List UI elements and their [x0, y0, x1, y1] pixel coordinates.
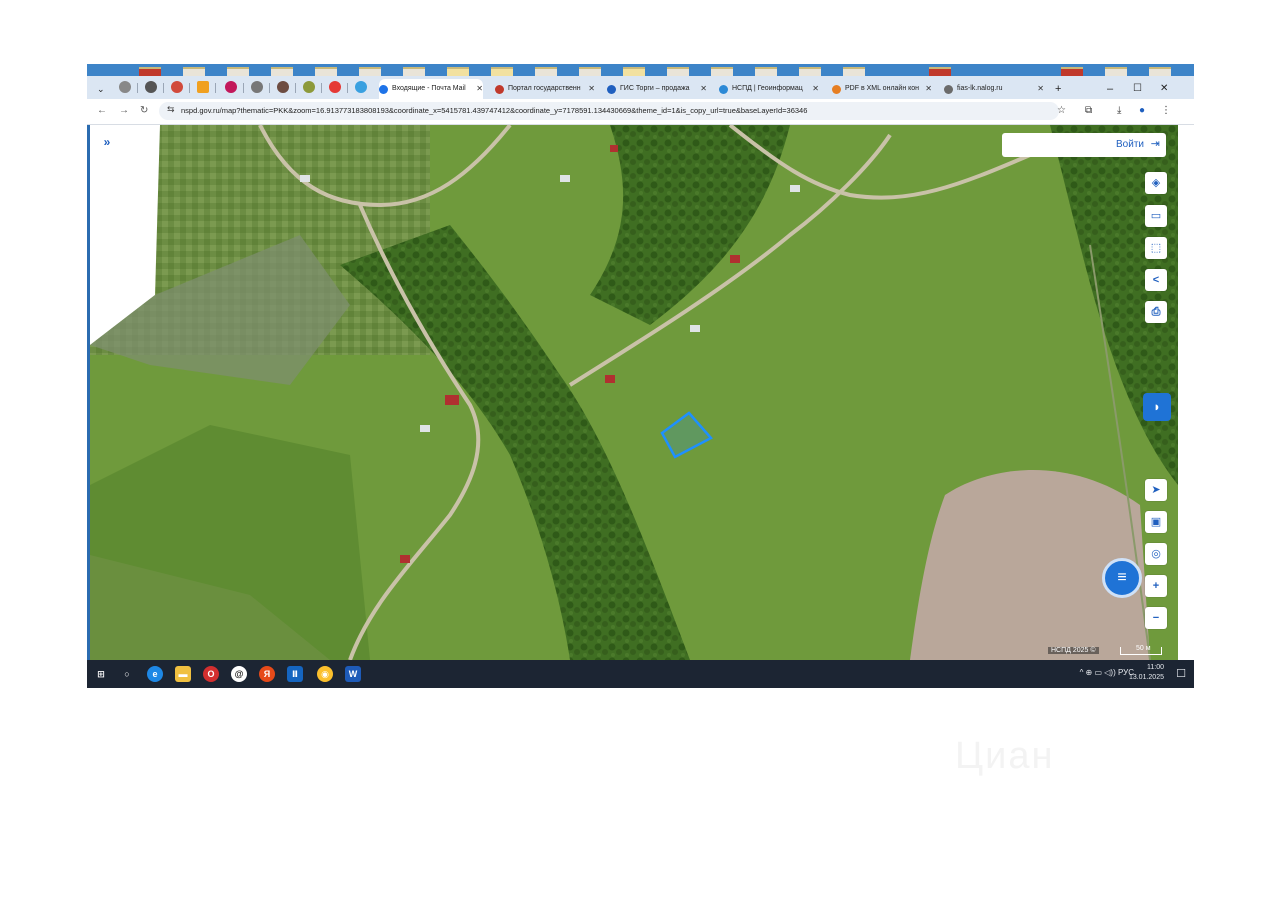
satellite-imagery [90, 125, 1178, 660]
locate-icon[interactable]: ➤ [1145, 479, 1167, 501]
login-icon: ⇥ [1150, 138, 1160, 150]
pinned-tab[interactable] [145, 81, 157, 93]
back-icon[interactable]: ← [97, 103, 107, 119]
gosuslugi-icon [495, 84, 504, 94]
browser-icon[interactable]: @ [231, 666, 247, 682]
word-icon[interactable]: W [345, 666, 361, 682]
close-icon[interactable]: ✕ [812, 79, 819, 99]
windows-start-icon[interactable]: ⊞ [93, 666, 109, 682]
site-settings-icon[interactable]: ⇆ [167, 104, 175, 115]
system-tray[interactable]: ^ ⊕ ▭ ◁)) РУС [1080, 668, 1134, 677]
nspd-icon [719, 84, 728, 94]
pdf-converter-icon [832, 84, 841, 94]
watermark: Циан [955, 735, 1055, 777]
pinned-tab[interactable] [119, 81, 131, 93]
profile-icon[interactable]: ● [1139, 103, 1145, 119]
notifications-icon[interactable]: ☐ [1176, 667, 1186, 680]
tab-nspd[interactable]: НСПД | Геоинформац ✕ [719, 79, 819, 99]
search-icon[interactable]: ○ [119, 666, 135, 682]
address-bar-row: ← → ↻ ⇆ nspd.gov.ru/map?thematic=PKK&zoo… [87, 99, 1194, 125]
mail-icon [379, 84, 388, 94]
map-side-panel [1178, 125, 1194, 660]
clock-time[interactable]: 11:00 [1147, 664, 1164, 671]
maximize-button[interactable]: ☐ [1133, 79, 1142, 99]
login-button[interactable]: Войти ⇥ [1002, 133, 1166, 157]
tab-fias[interactable]: fias-lk.nalog.ru ✕ [944, 79, 1044, 99]
app-icon[interactable]: Ⅱ [287, 666, 303, 682]
geolocation-icon[interactable]: ◎ [1145, 543, 1167, 565]
tab-search-icon[interactable]: ⌄ [97, 79, 105, 99]
close-icon[interactable]: ✕ [588, 79, 595, 99]
share-icon[interactable]: < [1145, 269, 1167, 291]
nspd-logo-icon[interactable]: ◗ [1143, 393, 1171, 421]
ruler-icon[interactable]: ▭ [1145, 205, 1167, 227]
extensions-icon[interactable]: ⧉ [1085, 103, 1092, 119]
close-window-button[interactable]: ✕ [1160, 79, 1168, 99]
minimize-button[interactable]: – [1107, 79, 1113, 99]
pinned-tab[interactable] [277, 81, 289, 93]
close-icon[interactable]: ✕ [1037, 79, 1044, 99]
chat-icon[interactable]: ≡ [1102, 558, 1142, 598]
reload-icon[interactable]: ↻ [140, 103, 148, 119]
tab-pdf-xml[interactable]: PDF в XML онлайн кон ✕ [832, 79, 932, 99]
pinned-tab[interactable] [355, 81, 367, 93]
tab-torgi[interactable]: ГИС Торги – продажа ✕ [607, 79, 707, 99]
pinned-tab[interactable] [171, 81, 183, 93]
layers-icon[interactable]: ◈ [1145, 172, 1167, 194]
tab-gosuslugi[interactable]: Портал государственн ✕ [495, 79, 595, 99]
tab-mail[interactable]: Входящие - Почта Mail ✕ [379, 79, 483, 99]
expand-panel-button[interactable]: » [96, 132, 118, 152]
opera-icon[interactable]: O [203, 666, 219, 682]
windows-taskbar: ⊞ ○ e ▬ O @ Я Ⅱ ◉ W ^ ⊕ ▭ ◁)) РУС 11:00 … [87, 660, 1194, 688]
close-icon[interactable]: ✕ [476, 79, 483, 99]
minimap-icon[interactable]: ▣ [1145, 511, 1167, 533]
screenshot-frame: ⌄ Входящие - Почта Mail ✕ Портал государ… [87, 64, 1194, 688]
satellite-map[interactable]: » Войти ⇥ ◈ ▭ ⬚ < ⎙ ◗ ➤ ▣ ◎ + − ≡ НСПД 2… [90, 125, 1178, 660]
pinned-tab[interactable] [329, 81, 341, 93]
new-tab-button[interactable]: + [1055, 79, 1061, 99]
close-icon[interactable]: ✕ [925, 79, 932, 99]
close-icon[interactable]: ✕ [700, 79, 707, 99]
torgi-icon [607, 84, 616, 94]
address-bar[interactable]: ⇆ nspd.gov.ru/map?thematic=PKK&zoom=16.9… [159, 102, 1059, 120]
pinned-tab[interactable] [251, 81, 263, 93]
url-text[interactable]: nspd.gov.ru/map?thematic=PKK&zoom=16.913… [181, 106, 807, 115]
browser-tab-bar: ⌄ Входящие - Почта Mail ✕ Портал государ… [87, 76, 1194, 99]
chrome-icon[interactable]: ◉ [317, 666, 333, 682]
clock-date[interactable]: 13.01.2025 [1129, 674, 1164, 681]
bookmark-star-icon[interactable]: ☆ [1057, 103, 1066, 119]
zoom-out-button[interactable]: − [1145, 607, 1167, 629]
edge-icon[interactable]: e [147, 666, 163, 682]
zoom-in-button[interactable]: + [1145, 575, 1167, 597]
file-explorer-icon[interactable]: ▬ [175, 666, 191, 682]
pinned-tab[interactable] [303, 81, 315, 93]
pinned-tab[interactable] [225, 81, 237, 93]
yandex-icon[interactable]: Я [259, 666, 275, 682]
globe-icon [944, 84, 953, 94]
scale-label: 50 м [1136, 645, 1151, 652]
pinned-tab[interactable] [197, 81, 209, 93]
menu-icon[interactable]: ⋮ [1161, 103, 1171, 119]
map-attribution: НСПД 2025 © [1048, 647, 1099, 654]
download-icon[interactable]: ⤓ [1117, 103, 1121, 119]
desktop-file-strip [87, 64, 1194, 79]
forward-icon[interactable]: → [119, 103, 129, 119]
area-select-icon[interactable]: ⬚ [1145, 237, 1167, 259]
print-icon[interactable]: ⎙ [1145, 301, 1167, 323]
